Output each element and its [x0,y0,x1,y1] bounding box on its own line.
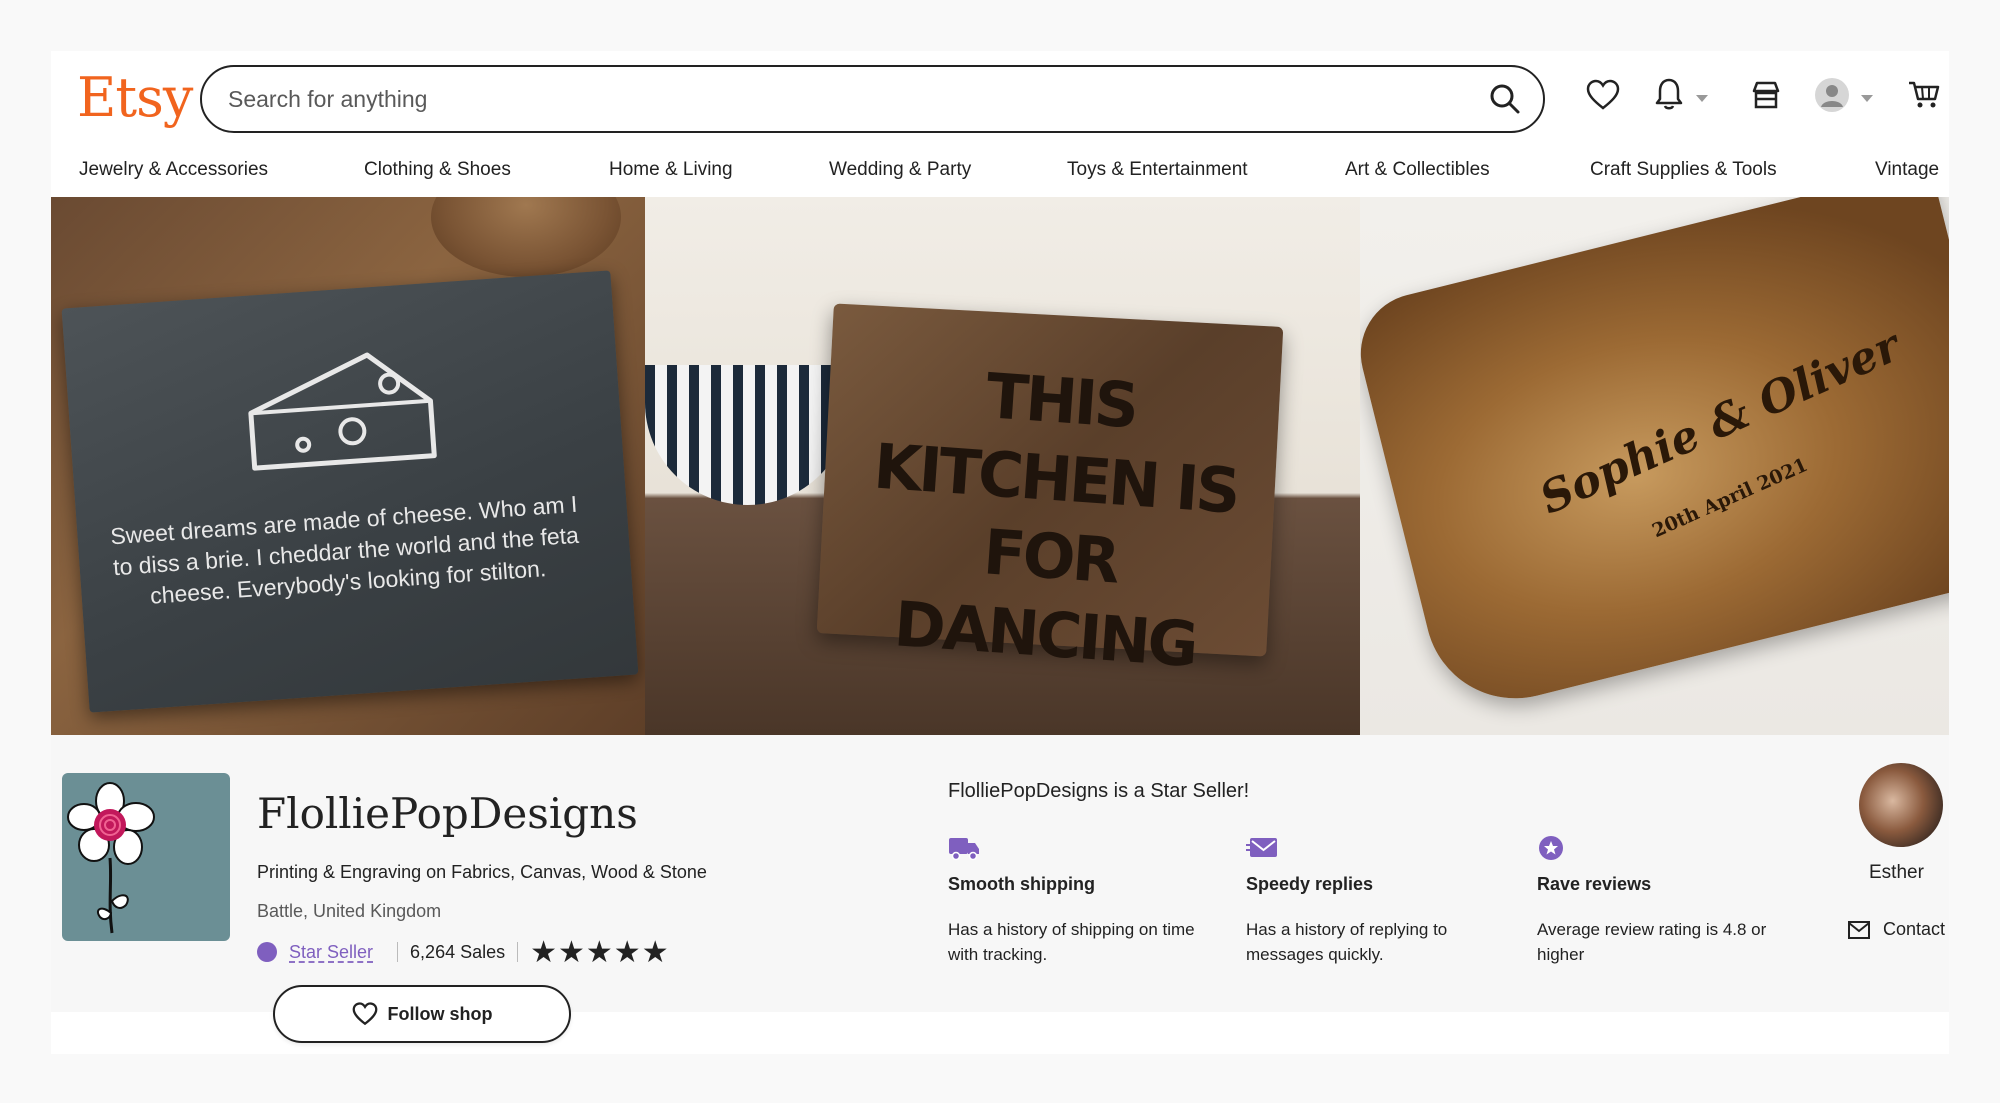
flower-logo-icon [67,782,155,934]
truck-icon [949,838,979,861]
notifications-bell-icon[interactable] [1654,77,1684,111]
shop-info-section: FlolliePopDesigns Printing & Engraving o… [51,735,1949,1043]
follow-shop-label: Follow shop [387,1003,493,1024]
nav-item-art[interactable]: Art & Collectibles [1345,159,1490,181]
banner-image-cheese-slate: Sweet dreams are made of cheese. Who am … [51,197,645,735]
shop-banner: Sweet dreams are made of cheese. Who am … [51,197,1949,735]
account-caret-icon[interactable] [1861,95,1873,102]
nav-item-wedding[interactable]: Wedding & Party [829,159,971,181]
nav-item-toys[interactable]: Toys & Entertainment [1067,159,1248,181]
feature-title: Rave reviews [1537,874,1652,894]
search-bar[interactable]: Search for anything [200,65,1545,133]
star-badge-icon [1539,836,1563,860]
shop-location: Battle, United Kingdom [257,901,442,921]
nav-item-vintage[interactable]: Vintage [1875,159,1939,181]
message-icon [1848,920,1870,939]
sales-count: 6,264 Sales [410,941,506,962]
nav-item-jewelry[interactable]: Jewelry & Accessories [79,159,268,181]
cheese-icon [248,352,437,471]
contact-owner-link[interactable]: Contact [1847,919,1945,940]
shop-owner-avatar[interactable] [1859,763,1943,847]
nav-item-craft-supplies[interactable]: Craft Supplies & Tools [1590,159,1777,181]
nav-item-clothing[interactable]: Clothing & Shoes [364,159,511,181]
feature-description: Has a history of shipping on time with t… [948,920,1195,964]
feature-rave-reviews: Rave reviews Average review rating is 4.… [1537,835,1797,967]
search-icon[interactable] [1487,81,1523,117]
stats-divider [517,942,519,962]
shop-name: FlolliePopDesigns [257,789,638,838]
stats-divider [397,942,399,962]
banner-image-kitchen-sign: THIS KITCHEN IS FOR DANCING [645,197,1360,735]
star-seller-heading: FlolliePopDesigns is a Star Seller! [948,780,1250,802]
nav-item-home-living[interactable]: Home & Living [609,159,733,181]
rating-stars[interactable]: ★★★★★ [530,935,669,970]
star-seller-link[interactable]: Star Seller [289,942,373,963]
feature-smooth-shipping: Smooth shipping Has a history of shippin… [948,835,1208,967]
shop-manager-icon[interactable] [1750,79,1782,111]
shop-owner-name[interactable]: Esther [1869,862,1924,884]
search-input[interactable]: Search for anything [228,86,427,113]
etsy-logo[interactable]: Etsy [77,66,193,129]
shop-tagline: Printing & Engraving on Fabrics, Canvas,… [257,862,707,882]
feature-description: Has a history of replying to messages qu… [1246,920,1448,964]
feature-speedy-replies: Speedy replies Has a history of replying… [1246,835,1506,967]
etsy-page: Etsy Search for anything Jewelry & Acces… [51,51,1949,1054]
notifications-caret-icon[interactable] [1696,95,1708,102]
feature-title: Speedy replies [1246,874,1374,894]
category-nav: Jewelry & Accessories Clothing & Shoes H… [51,153,1949,193]
shop-logo[interactable] [62,773,230,941]
sign-engraved-text: THIS KITCHEN IS FOR DANCING [871,359,1241,682]
cart-icon[interactable] [1907,79,1941,111]
user-avatar-icon[interactable] [1814,77,1850,113]
feature-title: Smooth shipping [948,874,1095,894]
contact-label: Contact [1883,919,1946,939]
feature-description: Average review rating is 4.8 or higher [1537,920,1767,964]
star-seller-badge-icon [257,942,277,962]
fast-message-icon [1246,838,1277,857]
shop-stats: Star Seller 6,264 Sales ★★★★★ [257,935,670,969]
follow-shop-button[interactable]: Follow shop [273,985,571,1043]
favorites-heart-icon[interactable] [1586,79,1620,111]
heart-icon [352,1002,377,1026]
banner-image-olive-board: Sophie & Oliver 20th April 2021 [1360,197,1949,735]
